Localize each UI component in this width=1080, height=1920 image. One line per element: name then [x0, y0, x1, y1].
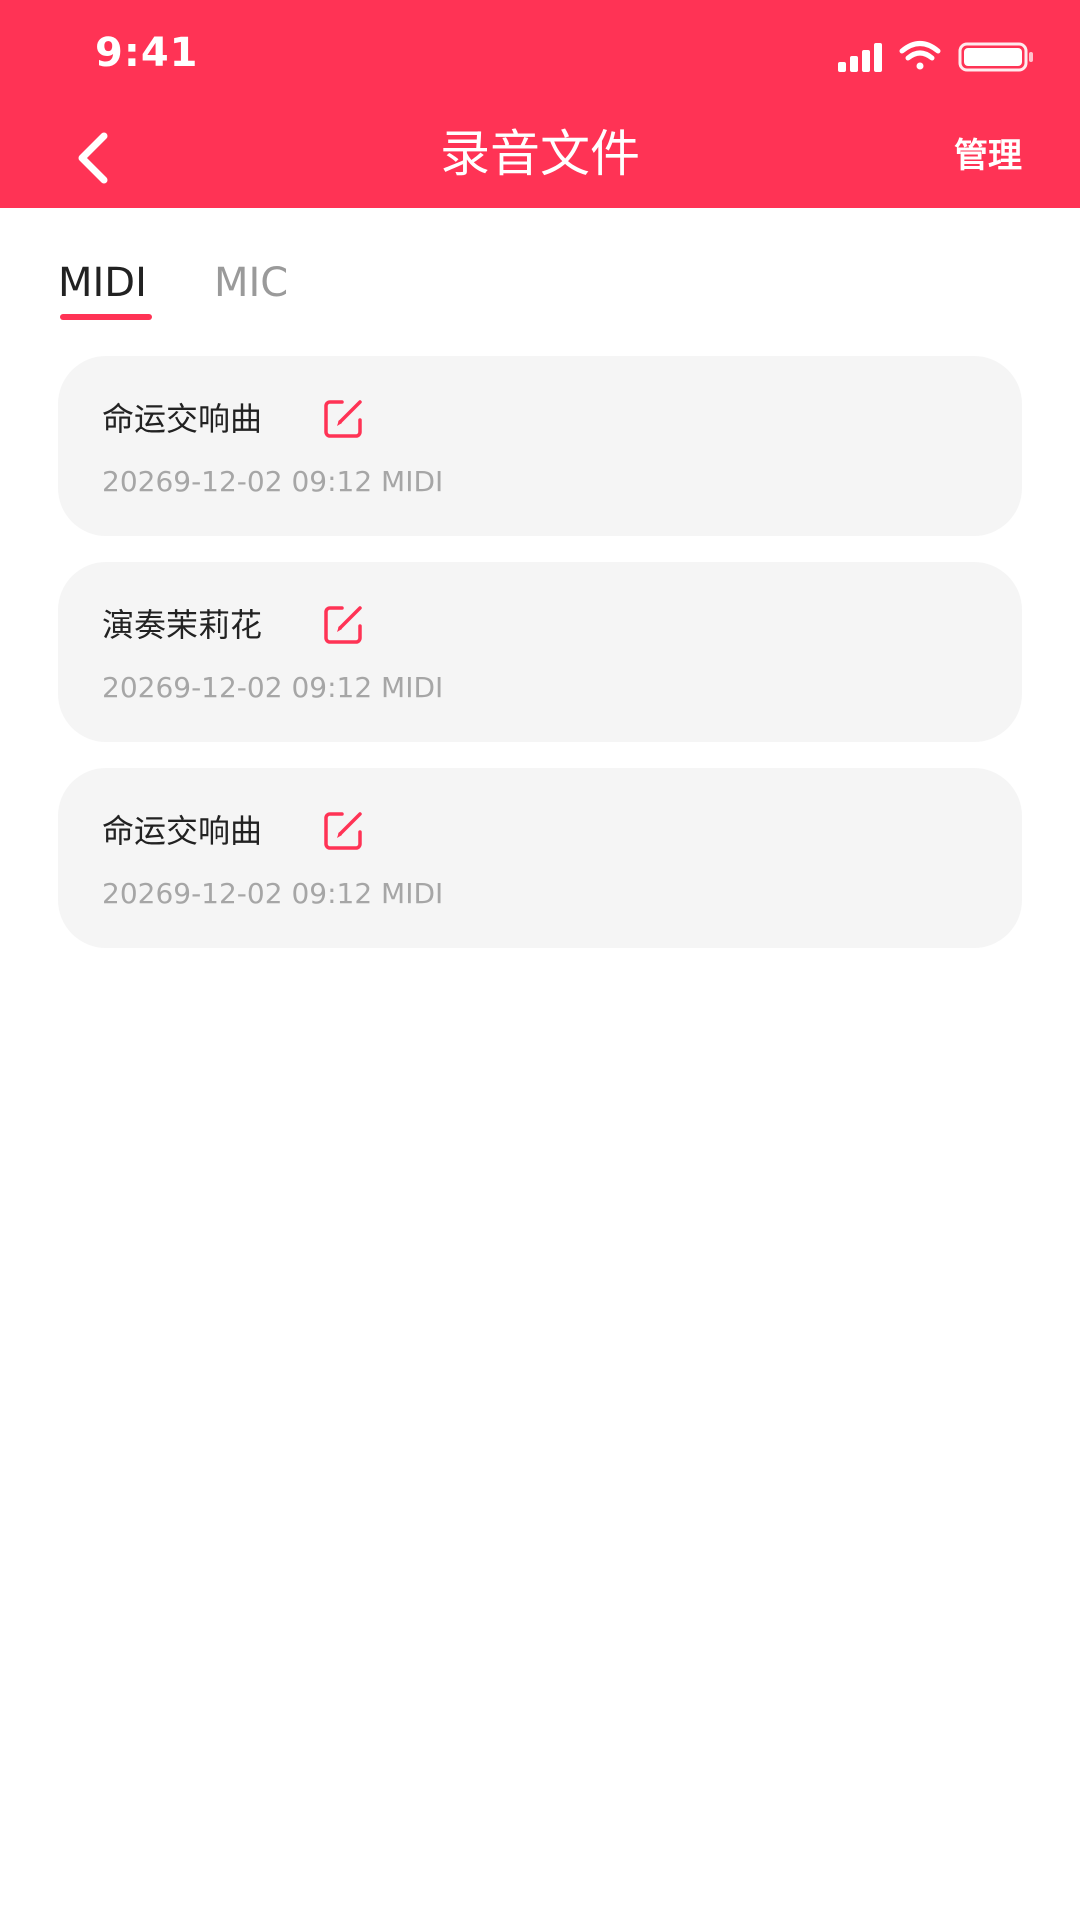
signal-icon — [838, 43, 882, 72]
recording-title: 命运交响曲 — [102, 400, 263, 438]
recording-meta: 20269-12-02 09:12 MIDI — [102, 465, 444, 498]
status-time: 9:41 — [95, 30, 199, 76]
edit-icon[interactable] — [322, 808, 366, 852]
recording-title: 演奏茉莉花 — [102, 606, 263, 644]
edit-icon[interactable] — [322, 602, 366, 646]
wifi-icon — [899, 41, 941, 70]
tab-mic[interactable]: MIC — [214, 258, 288, 308]
status-icons — [838, 41, 1033, 72]
recording-card[interactable]: 命运交响曲 20269-12-02 09:12 MIDI — [58, 356, 1022, 536]
recording-meta: 20269-12-02 09:12 MIDI — [102, 877, 444, 910]
tab-midi[interactable]: MIDI — [58, 258, 147, 308]
battery-icon — [958, 42, 1033, 72]
manage-button[interactable]: 管理 — [954, 134, 1022, 178]
recording-card[interactable]: 命运交响曲 20269-12-02 09:12 MIDI — [58, 768, 1022, 948]
recording-card[interactable]: 演奏茉莉花 20269-12-02 09:12 MIDI — [58, 562, 1022, 742]
active-tab-indicator — [60, 314, 152, 320]
recording-title: 命运交响曲 — [102, 812, 263, 850]
edit-icon[interactable] — [322, 396, 366, 440]
app-header: 9:41 录音文件 管理 — [0, 0, 1080, 208]
recording-meta: 20269-12-02 09:12 MIDI — [102, 671, 444, 704]
page-title: 录音文件 — [440, 125, 640, 183]
